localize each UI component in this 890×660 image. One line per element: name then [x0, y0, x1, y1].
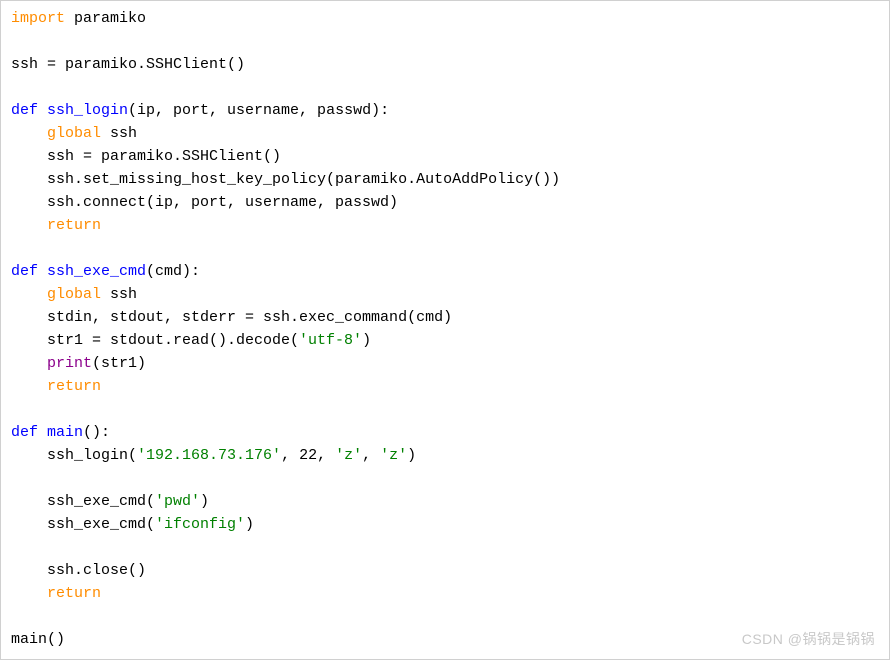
keyword-def: def [11, 424, 38, 441]
code-line: ssh.set_missing_host_key_policy(paramiko… [11, 171, 560, 188]
watermark-text: CSDN @锅锅是锅锅 [742, 628, 875, 651]
code-line: stdin, stdout, stderr = ssh.exec_command… [11, 309, 452, 326]
code-part: str1 = stdout.read().decode( [11, 332, 299, 349]
code-part: ) [245, 516, 254, 533]
keyword-global: global [11, 286, 101, 303]
code-part: ) [200, 493, 209, 510]
params: (ip, port, username, passwd): [128, 102, 389, 119]
keyword-print: print [11, 355, 92, 372]
code-line: ssh.connect(ip, port, username, passwd) [11, 194, 398, 211]
keyword-return: return [11, 585, 101, 602]
string-literal: '192.168.73.176' [137, 447, 281, 464]
code-part: ssh_login( [11, 447, 137, 464]
code-part: , 22, [281, 447, 335, 464]
string-literal: 'utf-8' [299, 332, 362, 349]
code-part: ) [362, 332, 371, 349]
string-literal: 'z' [335, 447, 362, 464]
params: (cmd): [146, 263, 200, 280]
function-name: ssh_exe_cmd [38, 263, 146, 280]
keyword-return: return [11, 378, 101, 395]
code-part: ssh_exe_cmd( [11, 493, 155, 510]
code-line: ssh = paramiko.SSHClient() [11, 56, 245, 73]
code-line: ssh = paramiko.SSHClient() [11, 148, 281, 165]
var-name: ssh [101, 286, 137, 303]
function-name: main [38, 424, 83, 441]
code-part: (str1) [92, 355, 146, 372]
code-part: , [362, 447, 380, 464]
keyword-def: def [11, 263, 38, 280]
keyword-import: import [11, 10, 65, 27]
string-literal: 'ifconfig' [155, 516, 245, 533]
code-line: ssh.close() [11, 562, 146, 579]
keyword-global: global [11, 125, 101, 142]
params: (): [83, 424, 110, 441]
code-part: ssh_exe_cmd( [11, 516, 155, 533]
keyword-return: return [11, 217, 101, 234]
var-name: ssh [101, 125, 137, 142]
code-line: main() [11, 631, 65, 648]
code-part: ) [407, 447, 416, 464]
keyword-def: def [11, 102, 38, 119]
code-block: import paramiko ssh = paramiko.SSHClient… [1, 1, 889, 657]
module-name: paramiko [65, 10, 146, 27]
string-literal: 'pwd' [155, 493, 200, 510]
function-name: ssh_login [38, 102, 128, 119]
string-literal: 'z' [380, 447, 407, 464]
